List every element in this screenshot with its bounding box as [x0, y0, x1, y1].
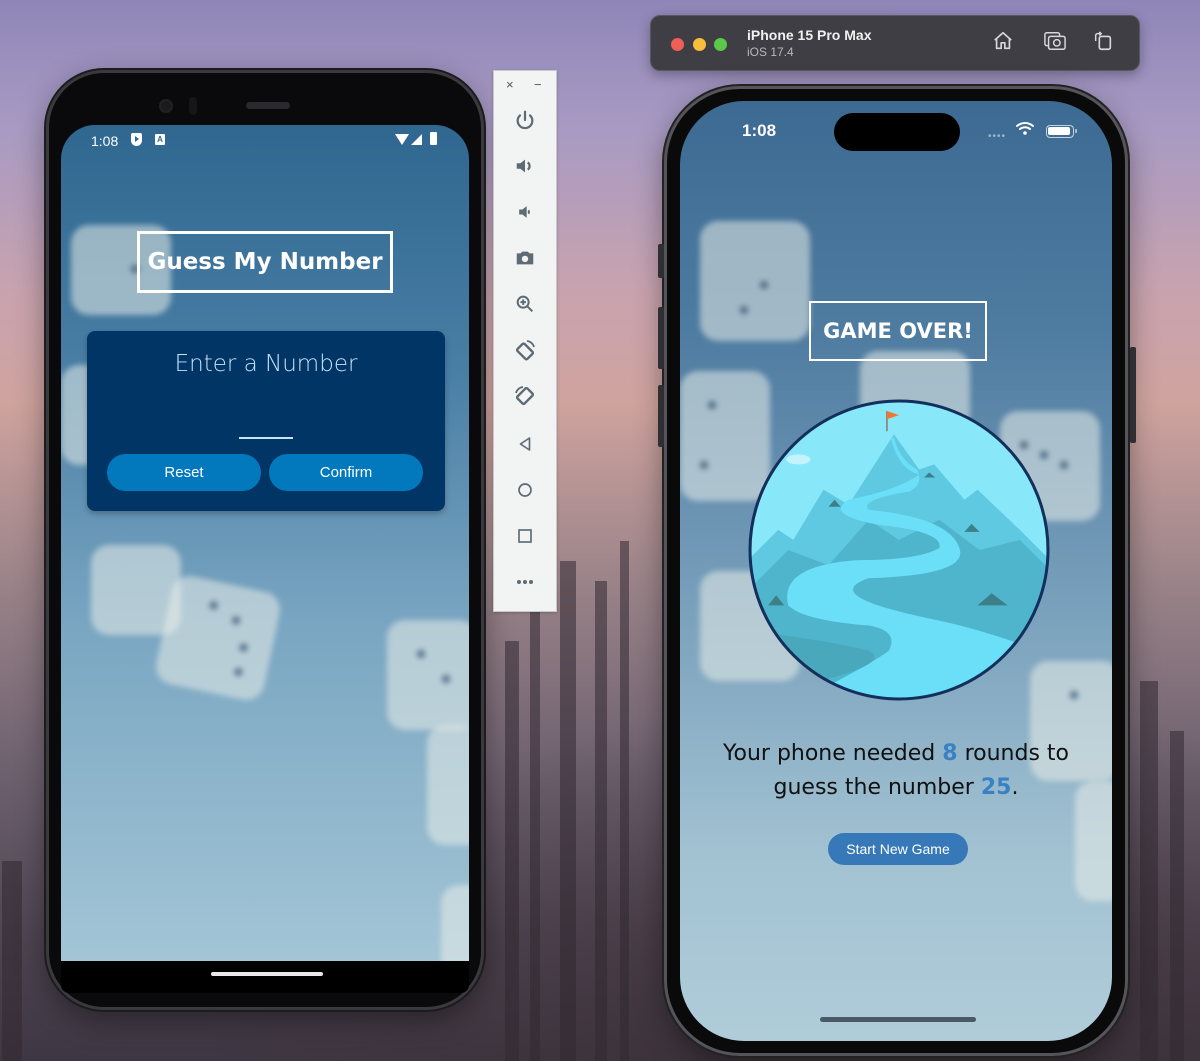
window-close-button[interactable]	[671, 38, 684, 51]
play-protect-icon	[131, 133, 142, 146]
background-die	[441, 885, 469, 961]
app-title: Guess My Number	[147, 249, 383, 275]
earpiece-speaker	[246, 102, 290, 109]
mountain-summit-image	[748, 399, 1050, 701]
action-button[interactable]	[658, 244, 664, 278]
title-box: Guess My Number	[137, 231, 393, 293]
game-over-title: GAME OVER!	[823, 319, 973, 343]
start-new-game-button[interactable]: Start New Game	[828, 833, 968, 865]
android-nav-bar	[61, 961, 469, 993]
camera-icon[interactable]	[510, 243, 540, 273]
back-icon[interactable]	[510, 429, 540, 459]
wifi-icon	[1016, 121, 1034, 138]
power-icon[interactable]	[510, 105, 540, 135]
volume-down-button[interactable]	[658, 385, 664, 447]
emulator-toolbar: × −	[493, 70, 557, 612]
reset-button[interactable]: Reset	[107, 454, 261, 491]
summary-prefix: Your phone needed	[722, 741, 943, 766]
game-summary-text: Your phone needed 8 rounds to guess the …	[700, 737, 1092, 805]
front-camera	[159, 99, 173, 113]
battery-icon	[430, 132, 437, 145]
home-icon[interactable]	[989, 30, 1017, 58]
gesture-home-handle[interactable]	[211, 972, 323, 976]
rotate-icon[interactable]	[1089, 30, 1117, 58]
keyboard-a-icon: A	[155, 134, 165, 145]
side-power-button[interactable]	[1130, 347, 1136, 443]
rotate-left-icon[interactable]	[510, 335, 540, 365]
target-number: 25	[980, 775, 1012, 800]
screenshot-icon[interactable]	[1041, 30, 1069, 58]
number-input[interactable]	[239, 413, 293, 439]
status-time: 1:08	[742, 121, 777, 140]
background-die	[427, 725, 469, 845]
rotate-right-icon[interactable]	[510, 381, 540, 411]
background-die	[700, 221, 810, 341]
summary-suffix: .	[1011, 775, 1019, 800]
volume-down-icon[interactable]	[510, 197, 540, 227]
home-indicator[interactable]	[820, 1017, 976, 1022]
volume-up-icon[interactable]	[510, 151, 540, 181]
iphone-screen: 1:08 •••• GAME OVER! Your phone needed 8…	[680, 101, 1112, 1041]
close-icon[interactable]: ×	[506, 77, 514, 92]
wifi-icon	[395, 134, 409, 145]
dynamic-island	[834, 113, 960, 151]
confirm-button[interactable]: Confirm	[269, 454, 423, 491]
rounds-count: 8	[942, 741, 958, 766]
android-status-bar: 1:08 A	[61, 125, 469, 155]
home-icon[interactable]	[510, 475, 540, 505]
minimize-icon[interactable]: −	[534, 77, 542, 92]
background-die	[152, 572, 284, 704]
android-device-frame: 1:08 A Guess My Number Enter a Number Re…	[46, 70, 484, 1010]
cellular-signal-icon: ••••	[988, 131, 1007, 142]
status-time: 1:08	[91, 133, 119, 149]
iphone-device-frame: 1:08 •••• GAME OVER! Your phone needed 8…	[658, 86, 1136, 1056]
signal-icon	[411, 134, 422, 145]
battery-icon	[1046, 125, 1077, 138]
more-icon[interactable]	[510, 567, 540, 597]
device-name: iPhone 15 Pro Max	[747, 27, 872, 43]
volume-up-button[interactable]	[658, 307, 664, 369]
title-box: GAME OVER!	[809, 301, 987, 361]
cloud	[786, 454, 811, 465]
window-minimize-button[interactable]	[693, 38, 706, 51]
android-screen: 1:08 A Guess My Number Enter a Number Re…	[61, 125, 469, 961]
number-input-card: Enter a Number Reset Confirm	[87, 331, 445, 511]
window-zoom-button[interactable]	[714, 38, 727, 51]
os-version: iOS 17.4	[747, 45, 794, 59]
zoom-in-icon[interactable]	[510, 289, 540, 319]
simulator-title-bar: iPhone 15 Pro Max iOS 17.4	[650, 15, 1140, 71]
input-label: Enter a Number	[174, 351, 358, 377]
proximity-sensor	[189, 97, 197, 115]
background-die	[387, 620, 469, 730]
overview-icon[interactable]	[510, 521, 540, 551]
